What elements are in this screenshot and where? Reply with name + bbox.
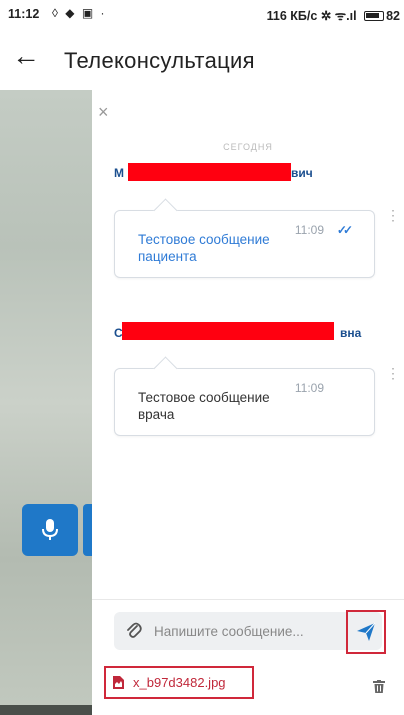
read-check-icon: ✓✓ [336, 223, 353, 237]
sender-name-start: М [114, 166, 124, 180]
message-input[interactable] [154, 621, 324, 641]
message-menu-icon[interactable]: ⋮ [386, 366, 400, 380]
message-text: Тестовое сообщение пациента [138, 232, 270, 264]
back-arrow-icon[interactable]: ← [12, 42, 40, 70]
video-background [0, 90, 93, 715]
app-bar: ← Телеконсультация [0, 28, 404, 90]
message-menu-icon[interactable]: ⋮ [386, 208, 400, 222]
redaction-bar [128, 163, 291, 181]
attached-file[interactable]: x_b97d3482.jpg [104, 666, 254, 699]
microphone-icon [42, 519, 58, 540]
paperclip-icon[interactable] [126, 622, 142, 640]
sender-name-end: вна [340, 326, 362, 340]
signal-icon: ✲ ᯤ.ıl [320, 9, 357, 23]
battery-level: 82 [386, 9, 400, 23]
date-separator: СЕГОДНЯ [223, 142, 273, 152]
status-bar: 11:12 ◊ ◆ ▣ · 116 КБ/с ✲ ᯤ.ıl 82 [0, 0, 404, 28]
message-time: 11:09 [294, 223, 324, 237]
trash-icon[interactable] [373, 680, 385, 693]
battery-icon [364, 11, 385, 21]
status-time: 11:12 [8, 7, 40, 21]
chat-panel: × СЕГОДНЯ М вич Тестовое сообщение пацие… [92, 90, 404, 715]
status-notification-icons: ◊ ◆ ▣ · [52, 6, 107, 20]
message-input-box [114, 612, 382, 650]
sender-name: М вич [114, 166, 313, 180]
status-right: 116 КБ/с ✲ ᯤ.ıl 82 [267, 7, 400, 24]
microphone-button[interactable] [22, 504, 78, 556]
redaction-bar [122, 322, 334, 340]
send-icon [357, 622, 376, 641]
message-bubble[interactable]: Тестовое сообщение врача 11:09 [114, 368, 375, 436]
composer: x_b97d3482.jpg [92, 599, 404, 715]
message-text: Тестовое сообщение врача [138, 390, 270, 422]
net-speed: 116 КБ/с [266, 9, 318, 23]
sender-name-end: вич [291, 166, 313, 180]
message-bubble[interactable]: Тестовое сообщение пациента 11:09 ✓✓ [114, 210, 375, 278]
send-button[interactable] [346, 610, 386, 654]
message-time: 11:09 [294, 381, 324, 395]
file-name: x_b97d3482.jpg [133, 675, 226, 690]
file-icon [113, 676, 124, 689]
close-icon[interactable]: × [98, 102, 109, 123]
video-bottom-strip [0, 705, 92, 715]
page-title: Телеконсультация [64, 48, 255, 73]
